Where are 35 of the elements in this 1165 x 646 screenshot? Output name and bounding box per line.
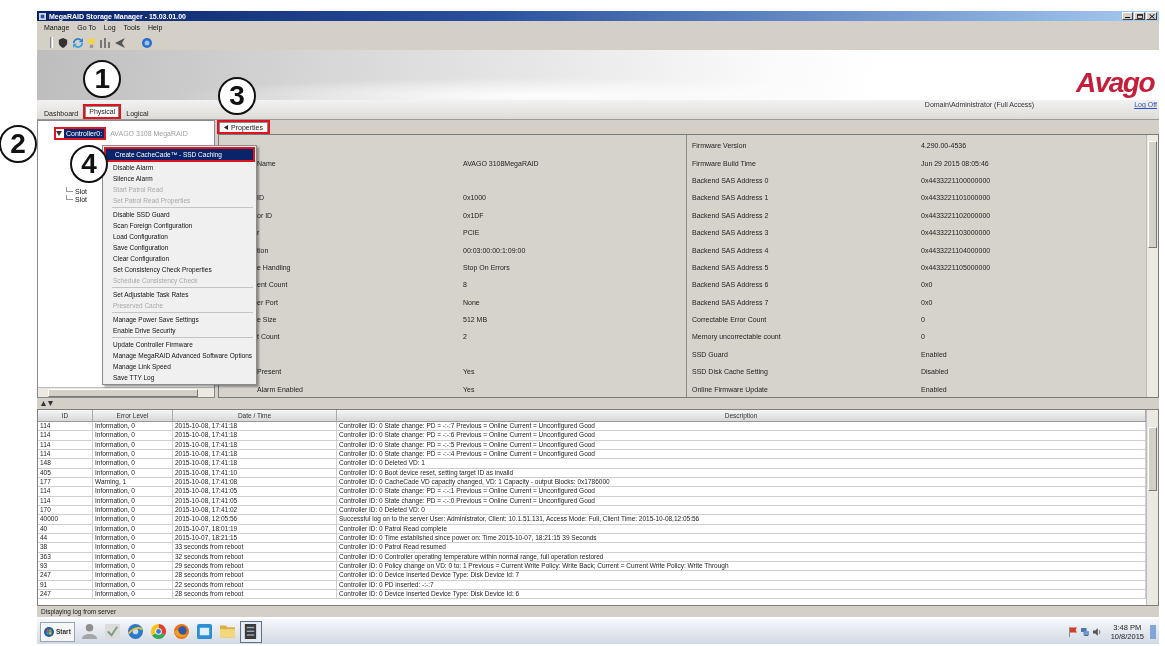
up-down-arrows-icon[interactable] (41, 401, 53, 406)
orb-icon (44, 626, 54, 637)
refresh-icon[interactable] (73, 37, 83, 48)
minimize-icon (1125, 16, 1130, 19)
callout-number: 2 (0, 125, 37, 163)
close-icon (1148, 13, 1155, 19)
network-icon[interactable] (1080, 626, 1089, 637)
triangle-icon (224, 125, 228, 130)
server-icon (243, 624, 259, 639)
bars-icon[interactable] (100, 37, 110, 48)
globe-icon (128, 624, 144, 639)
scroll-thumb[interactable] (48, 388, 198, 397)
maximize-button[interactable] (1134, 12, 1145, 20)
person-icon (82, 624, 98, 639)
checklist-icon (105, 624, 121, 639)
scroll-thumb[interactable] (1148, 141, 1157, 248)
collapse-icon[interactable] (56, 131, 62, 136)
vertical-scrollbar[interactable] (1146, 410, 1158, 605)
disc-icon[interactable] (142, 37, 152, 48)
flame-globe-icon (174, 624, 190, 639)
shield-icon[interactable] (58, 37, 68, 48)
folder-icon (220, 624, 236, 639)
arrow-left-icon[interactable] (115, 37, 125, 48)
window-icon (197, 624, 213, 639)
color-wheel-icon (151, 624, 167, 639)
horizontal-scrollbar[interactable] (38, 387, 214, 397)
speaker-icon[interactable] (1092, 626, 1101, 637)
vertical-scrollbar[interactable] (1146, 135, 1158, 397)
maximize-icon (1136, 13, 1143, 19)
close-button[interactable] (1146, 12, 1157, 20)
flag-icon[interactable] (1068, 626, 1077, 637)
taskbar-button[interactable] (239, 620, 262, 643)
app-icon (39, 12, 46, 20)
scroll-thumb[interactable] (1148, 427, 1157, 491)
minimize-button[interactable] (1122, 12, 1133, 20)
